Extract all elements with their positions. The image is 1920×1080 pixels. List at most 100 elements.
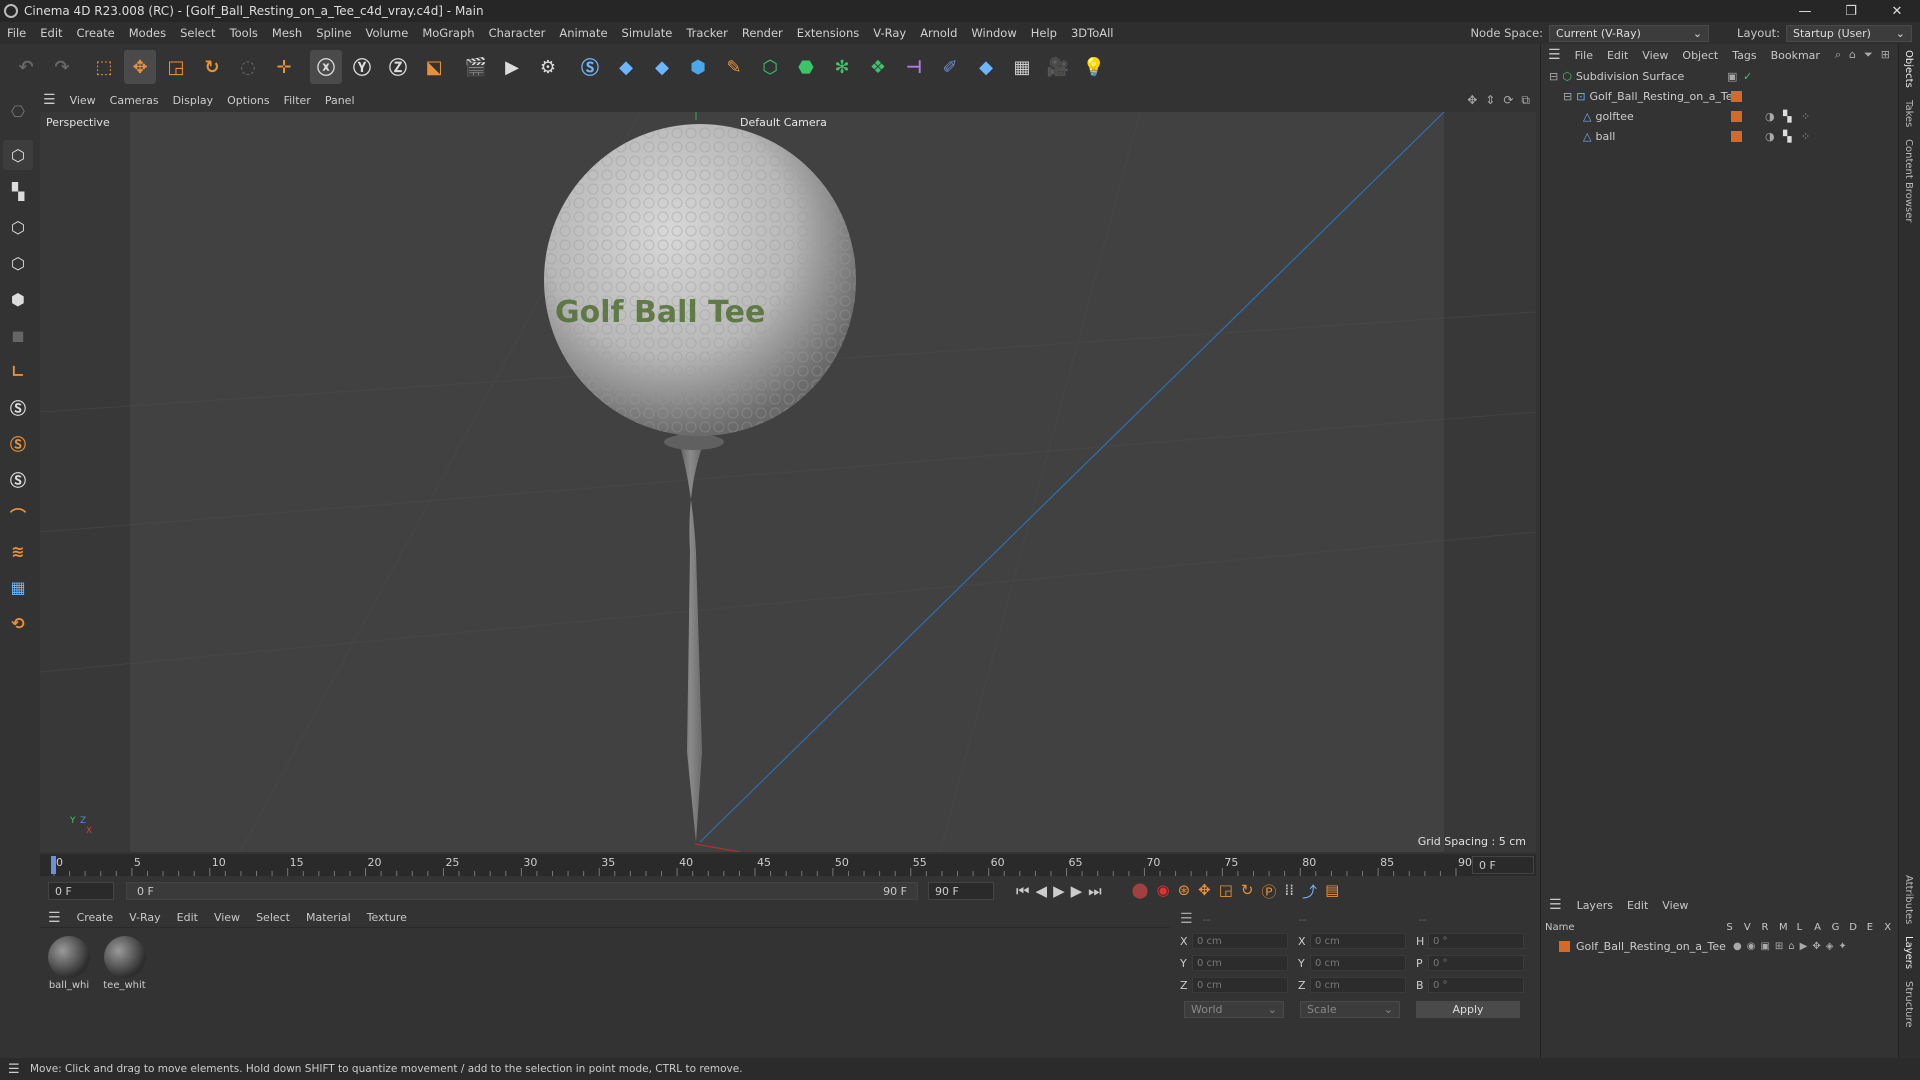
menu-volume[interactable]: Volume: [359, 26, 416, 40]
coord-icon[interactable]: ⬕: [418, 50, 450, 84]
pen-icon[interactable]: ✎: [718, 50, 750, 84]
timeline-icon[interactable]: ▤: [1325, 881, 1339, 902]
hamburger-icon[interactable]: ☰: [1541, 897, 1570, 913]
maximize-icon[interactable]: ⧉: [1521, 93, 1530, 108]
menu-file[interactable]: File: [0, 26, 33, 40]
rotate-icon[interactable]: ↻: [196, 50, 228, 84]
menu-tools[interactable]: Tools: [223, 26, 265, 40]
x-axis-icon[interactable]: ⓧ: [310, 50, 342, 84]
vray-icon[interactable]: Ⓢ: [574, 50, 606, 84]
edge-mode-icon[interactable]: ⬡: [3, 248, 33, 278]
filter-icon[interactable]: ⏷: [1864, 48, 1873, 62]
render-region-icon[interactable]: 🎬: [460, 50, 492, 84]
edit-check-icon[interactable]: ▣: [1727, 70, 1737, 83]
next-frame-icon[interactable]: ▶: [1071, 882, 1083, 900]
object-row[interactable]: ⊟ ⊡ Golf_Ball_Resting_on_a_Tee: [1541, 86, 1898, 106]
workplane-icon[interactable]: ≋: [3, 536, 33, 566]
viewport-menu-display[interactable]: Display: [166, 94, 221, 107]
snap-icon[interactable]: Ⓢ: [3, 392, 33, 422]
layers-menu-view[interactable]: View: [1655, 899, 1695, 912]
menu-animate[interactable]: Animate: [552, 26, 614, 40]
goto-end-icon[interactable]: ⏭: [1088, 882, 1102, 900]
motion-icon[interactable]: ⤴: [1302, 881, 1317, 902]
menu-character[interactable]: Character: [482, 26, 553, 40]
rot-p-field[interactable]: 0 °: [1428, 955, 1524, 971]
frame-range-slider[interactable]: 0 F 90 F: [126, 882, 918, 900]
menu-edit[interactable]: Edit: [33, 26, 69, 40]
end-frame-field[interactable]: 90 F: [928, 882, 994, 900]
spline-icon[interactable]: ✐: [934, 50, 966, 84]
layer-color-tag[interactable]: [1731, 130, 1742, 142]
snap-workplane-icon[interactable]: Ⓢ: [3, 464, 33, 494]
obj-menu-bookmarks[interactable]: Bookmar: [1764, 49, 1827, 62]
mat-menu-view[interactable]: View: [206, 911, 248, 924]
phong-tag-icon[interactable]: ⁘: [1801, 110, 1810, 123]
object-row[interactable]: △ ball ◑ ▚ ⁘: [1541, 126, 1898, 146]
new-panel-icon[interactable]: ⊞: [1881, 48, 1890, 62]
make-editable-icon[interactable]: ⎔: [3, 96, 33, 126]
render-view-icon[interactable]: ▶: [496, 50, 528, 84]
material-tag-icon[interactable]: ◑: [1765, 130, 1775, 143]
rot-h-field[interactable]: 0 °: [1428, 933, 1524, 949]
layers-menu-layers[interactable]: Layers: [1570, 899, 1620, 912]
size-x-field[interactable]: 0 cm: [1310, 933, 1406, 949]
magnet-icon[interactable]: ⌒: [3, 500, 33, 530]
snap-settings-icon[interactable]: Ⓢ: [3, 428, 33, 458]
goto-start-icon[interactable]: ⏮: [1016, 882, 1030, 900]
collapse-icon[interactable]: ⊟: [1563, 90, 1572, 103]
menu-tracker[interactable]: Tracker: [679, 26, 735, 40]
node-space-dropdown[interactable]: Current (V-Ray) ⌄: [1549, 24, 1710, 42]
menu-modes[interactable]: Modes: [122, 26, 173, 40]
viewport-menu-options[interactable]: Options: [220, 94, 276, 107]
key-move-icon[interactable]: ✥: [1198, 881, 1211, 902]
prev-frame-icon[interactable]: ◀: [1036, 882, 1048, 900]
undo-icon[interactable]: ↶: [10, 50, 42, 84]
python-icon[interactable]: ◆: [610, 50, 642, 84]
phong-tag-icon[interactable]: ⁘: [1801, 130, 1810, 143]
menu-vray[interactable]: V-Ray: [866, 26, 913, 40]
axis-mode-icon[interactable]: ∟: [3, 356, 33, 386]
tab-content-browser[interactable]: Content Browser: [1899, 133, 1914, 228]
size-y-field[interactable]: 0 cm: [1310, 955, 1406, 971]
apply-button[interactable]: Apply: [1416, 1000, 1520, 1018]
material-swatch[interactable]: tee_whit: [102, 936, 148, 991]
render-settings-icon[interactable]: ⚙: [532, 50, 564, 84]
menu-extensions[interactable]: Extensions: [790, 26, 866, 40]
cube-icon[interactable]: ⬢: [682, 50, 714, 84]
pos-z-field[interactable]: 0 cm: [1192, 977, 1288, 993]
extrude-icon[interactable]: ⬣: [790, 50, 822, 84]
uvw-tag-icon[interactable]: ▚: [1783, 130, 1791, 143]
menu-3dtoall[interactable]: 3DToAll: [1064, 26, 1121, 40]
layer-color-tag[interactable]: [1731, 90, 1742, 102]
orbit-icon[interactable]: ⟳: [1503, 93, 1513, 108]
material-tag-icon[interactable]: ◑: [1765, 110, 1775, 123]
floor-icon[interactable]: ▦: [1006, 50, 1038, 84]
record-icon[interactable]: ⬤: [1132, 881, 1149, 902]
menu-spline[interactable]: Spline: [309, 26, 358, 40]
play-icon[interactable]: ▶: [1053, 882, 1065, 900]
timeline-ruler[interactable]: 0 5 10 15 20 25 30 35 40 45 50 55 60 65 70 75 80 85 90 0 F: [40, 854, 1536, 876]
material-swatch[interactable]: ball_whi: [46, 936, 92, 991]
mat-menu-edit[interactable]: Edit: [169, 911, 206, 924]
menu-arnold[interactable]: Arnold: [913, 26, 964, 40]
obj-menu-object[interactable]: Object: [1675, 49, 1725, 62]
menu-simulate[interactable]: Simulate: [615, 26, 680, 40]
menu-select[interactable]: Select: [173, 26, 222, 40]
menu-mograph[interactable]: MoGraph: [415, 26, 481, 40]
collapse-icon[interactable]: ⊟: [1549, 70, 1558, 83]
mat-menu-vray[interactable]: V-Ray: [121, 911, 169, 924]
layout-dropdown[interactable]: Startup (User) ⌄: [1786, 24, 1912, 42]
hamburger-icon[interactable]: ☰: [40, 910, 69, 926]
hamburger-icon[interactable]: ☰: [8, 1062, 20, 1077]
z-axis-icon[interactable]: Ⓩ: [382, 50, 414, 84]
polygon-mode-icon[interactable]: ⬢: [3, 284, 33, 314]
scale-dropdown[interactable]: Scale ⌄: [1300, 1000, 1400, 1018]
key-rotate-icon[interactable]: ↻: [1241, 881, 1254, 902]
pan-icon[interactable]: ✥: [1467, 93, 1477, 108]
mat-menu-select[interactable]: Select: [248, 911, 298, 924]
minimize-button[interactable]: —: [1782, 0, 1828, 22]
array-icon[interactable]: ✻: [826, 50, 858, 84]
locked-workplane-icon[interactable]: ⟲: [3, 608, 33, 638]
camera-icon[interactable]: 🎥: [1042, 50, 1074, 84]
grid-icon[interactable]: ▦: [3, 572, 33, 602]
